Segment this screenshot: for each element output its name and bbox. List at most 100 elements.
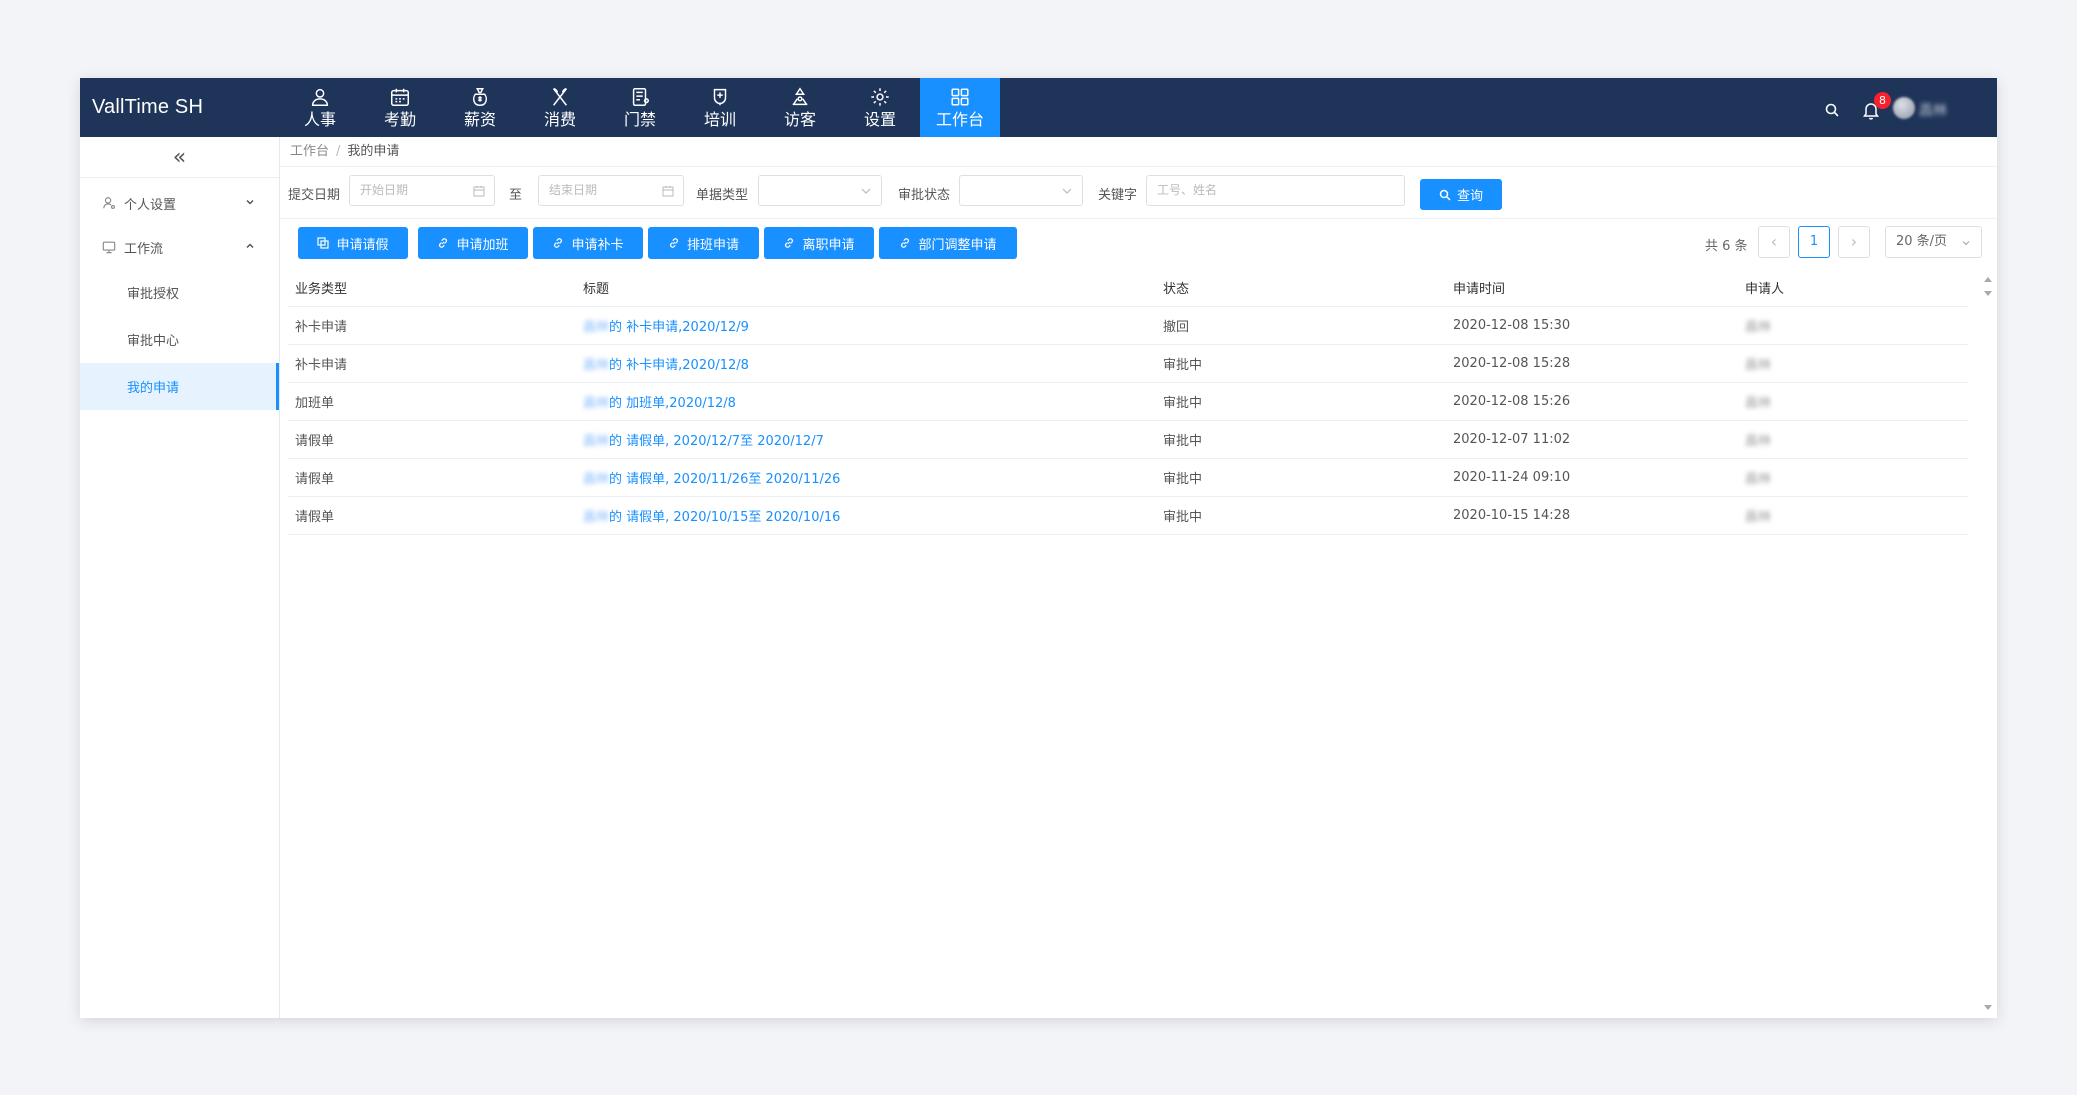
avatar[interactable] — [1893, 97, 1915, 119]
cell-title-link[interactable]: 昌林的 请假单, 2020/12/7至 2020/12/7 — [578, 430, 1160, 449]
cell-type: 请假单 — [295, 434, 335, 449]
scroll-bottom-arrow[interactable] — [1984, 1005, 1992, 1010]
nav-label: 消费 — [543, 110, 576, 129]
table-row[interactable]: 补卡申请 昌林的 补卡申请,2020/12/9 撤回 2020-12-08 15… — [288, 307, 1968, 345]
cell-applicant: 昌林 — [1745, 510, 1772, 525]
sidebar-group-label: 个人设置 — [124, 197, 177, 213]
cell-type: 请假单 — [295, 472, 335, 487]
start-date-input[interactable]: 开始日期 — [349, 175, 495, 206]
cell-time: 2020-12-08 15:26 — [1453, 394, 1571, 409]
cell-title-link[interactable]: 昌林的 请假单, 2020/10/15至 2020/10/16 — [578, 506, 1160, 525]
page-size-select[interactable]: 20 条/页 — [1885, 226, 1982, 258]
total-count: 共 6 条 — [1705, 239, 1748, 254]
user-name[interactable]: 昌林 — [1919, 100, 1947, 120]
cell-applicant: 昌林 — [1745, 320, 1772, 335]
action-label: 排班申请 — [686, 237, 739, 253]
nav-training[interactable]: 培训 — [680, 78, 760, 137]
sidebar-collapse-button[interactable]: « — [80, 137, 279, 178]
sidebar-item-my-applications[interactable]: 我的申请 — [80, 363, 279, 410]
sidebar-group-workflow[interactable]: 工作流 — [80, 225, 279, 269]
module-nav: 人事 考勤 薪资 消费 门禁 培训 访客 设置 工作台 — [280, 78, 1000, 137]
monitor-icon — [102, 241, 116, 254]
nav-label: 薪资 — [463, 110, 496, 129]
cell-title-link[interactable]: 昌林的 请假单, 2020/11/26至 2020/11/26 — [578, 468, 1160, 487]
title-text: 的 加班单,2020/12/8 — [609, 396, 736, 411]
nav-label: 设置 — [863, 110, 896, 129]
table-row[interactable]: 请假单 昌林的 请假单, 2020/12/7至 2020/12/7 审批中 20… — [288, 421, 1968, 459]
breadcrumb-root[interactable]: 工作台 — [290, 144, 329, 159]
breadcrumb: 工作台 / 我的申请 — [280, 137, 1997, 167]
cell-time: 2020-12-08 15:30 — [1453, 318, 1571, 333]
cell-status: 审批中 — [1163, 358, 1203, 373]
apply-department-change-button[interactable]: 部门调整申请 — [879, 227, 1017, 259]
action-label: 部门调整申请 — [918, 237, 997, 253]
grid-icon — [951, 88, 969, 106]
end-date-input[interactable]: 结束日期 — [538, 175, 684, 206]
utensils-icon — [553, 88, 567, 106]
apply-shift-button[interactable]: 排班申请 — [648, 227, 759, 259]
end-date-placeholder: 结束日期 — [549, 183, 598, 197]
to-label: 至 — [509, 188, 523, 203]
cell-title-link[interactable]: 昌林的 补卡申请,2020/12/9 — [578, 316, 1160, 335]
cell-title-link[interactable]: 昌林的 加班单,2020/12/8 — [578, 392, 1160, 411]
approval-status-select[interactable] — [959, 175, 1083, 206]
keyword-label: 关键字 — [1098, 188, 1138, 203]
action-label: 申请补卡 — [571, 237, 624, 253]
nav-salary[interactable]: 薪资 — [440, 78, 520, 137]
page-number-button[interactable]: 1 — [1798, 226, 1830, 258]
nav-label: 工作台 — [935, 110, 984, 129]
money-bag-icon — [472, 88, 488, 106]
sidebar-item-approval-authorization[interactable]: 审批授权 — [80, 269, 279, 316]
action-label: 离职申请 — [802, 237, 855, 253]
cell-status: 审批中 — [1163, 472, 1203, 487]
table-row[interactable]: 加班单 昌林的 加班单,2020/12/8 审批中 2020-12-08 15:… — [288, 383, 1968, 421]
column-header-title: 标题 — [583, 282, 610, 297]
title-applicant-name: 昌林 — [583, 472, 610, 487]
breadcrumb-separator: / — [336, 144, 341, 159]
table-row[interactable]: 补卡申请 昌林的 补卡申请,2020/12/8 审批中 2020-12-08 1… — [288, 345, 1968, 383]
next-page-button[interactable]: › — [1838, 226, 1870, 258]
doc-type-select[interactable] — [758, 175, 882, 206]
apply-leave-button[interactable]: 申请请假 — [298, 227, 408, 259]
query-button[interactable]: 查询 — [1420, 179, 1502, 210]
keyword-input[interactable]: 工号、姓名 — [1146, 175, 1405, 206]
training-icon — [713, 88, 727, 106]
title-applicant-name: 昌林 — [583, 396, 610, 411]
cell-title-link[interactable]: 昌林的 补卡申请,2020/12/8 — [578, 354, 1160, 373]
table-row[interactable]: 请假单 昌林的 请假单, 2020/11/26至 2020/11/26 审批中 … — [288, 459, 1968, 497]
app-window: VallTime SH 人事 考勤 薪资 消费 门禁 培训 访客 设置 工作台 … — [80, 78, 1997, 1018]
nav-visitor[interactable]: 访客 — [760, 78, 840, 137]
nav-access-control[interactable]: 门禁 — [600, 78, 680, 137]
apply-resignation-button[interactable]: 离职申请 — [764, 227, 874, 259]
scroll-up-arrow[interactable] — [1984, 277, 1992, 282]
nav-consumption[interactable]: 消费 — [520, 78, 600, 137]
cell-status: 审批中 — [1163, 434, 1203, 449]
scroll-down-arrow[interactable] — [1984, 291, 1992, 296]
cell-type: 补卡申请 — [295, 358, 348, 373]
cell-applicant: 昌林 — [1745, 472, 1772, 487]
prev-page-button[interactable]: ‹ — [1758, 226, 1790, 258]
page-size-value: 20 条/页 — [1896, 234, 1948, 249]
nav-settings[interactable]: 设置 — [840, 78, 920, 137]
vertical-scrollbar[interactable] — [1979, 269, 1997, 1018]
breadcrumb-current: 我的申请 — [347, 144, 400, 159]
action-label: 申请请假 — [336, 237, 389, 253]
nav-workbench[interactable]: 工作台 — [920, 78, 1000, 137]
copy-icon — [317, 237, 330, 249]
cell-type: 加班单 — [295, 396, 335, 411]
nav-label: 人事 — [303, 110, 336, 129]
sidebar-group-personal-settings[interactable]: 个人设置 — [80, 181, 279, 225]
search-icon[interactable] — [1824, 102, 1840, 118]
calendar-icon — [662, 186, 674, 197]
apply-overtime-button[interactable]: 申请加班 — [418, 227, 528, 259]
nav-attendance[interactable]: 考勤 — [360, 78, 440, 137]
nav-hr[interactable]: 人事 — [280, 78, 360, 137]
table-row[interactable]: 请假单 昌林的 请假单, 2020/10/15至 2020/10/16 审批中 … — [288, 497, 1968, 535]
cell-applicant: 昌林 — [1745, 396, 1772, 411]
apply-clock-correction-button[interactable]: 申请补卡 — [533, 227, 643, 259]
link-icon — [785, 238, 794, 248]
sidebar-item-approval-center[interactable]: 审批中心 — [80, 316, 279, 363]
sidebar: « 个人设置 工作流 审批授权 审批中心 我的申请 — [80, 137, 280, 1018]
column-header-applicant: 申请人 — [1745, 282, 1785, 297]
action-label: 申请加班 — [456, 237, 509, 253]
